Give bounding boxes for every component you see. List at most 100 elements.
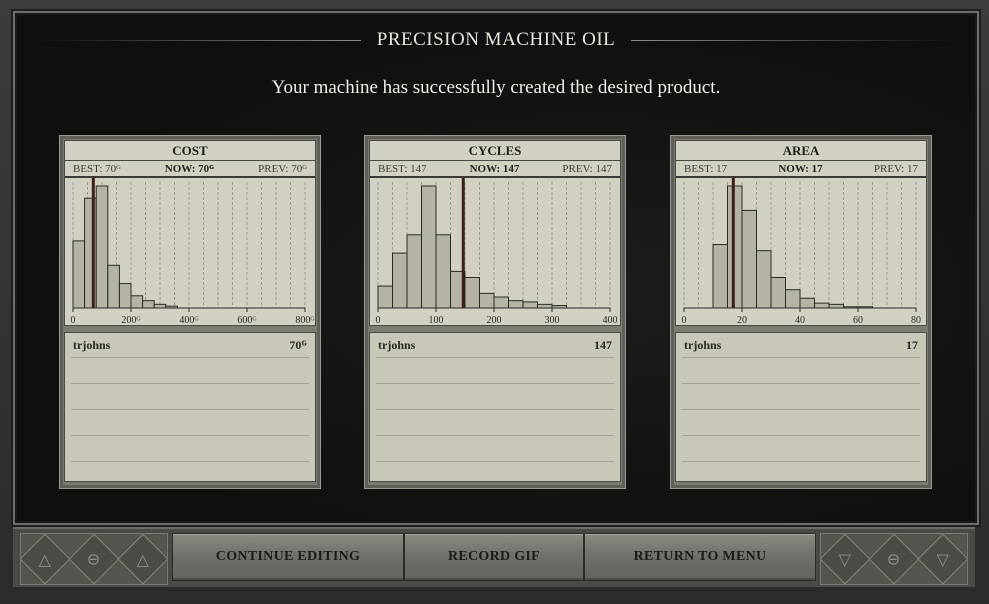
x-tick-label: 0: [71, 315, 76, 325]
histogram-card: AREA BEST: 17 NOW: 17 PREV: 17 0 20 40 60 80: [675, 140, 927, 326]
histogram-bar: [493, 296, 509, 309]
histogram-card: COST BEST: 70ᴳ NOW: 70ᴳ PREV: 70ᴳ 0 200ᴳ 4…: [64, 140, 316, 326]
leaderboard-list: trjohns 147: [369, 332, 621, 482]
x-tick-label: 60: [853, 315, 863, 325]
metric-title: AREA: [676, 141, 926, 161]
return-to-menu-button[interactable]: RETURN TO MENU: [584, 533, 816, 581]
histogram-bar: [537, 303, 553, 309]
x-tick-label: 400: [603, 315, 618, 325]
histogram-chart: 0 100 200 300 400: [376, 178, 618, 325]
title-rule-right: [631, 39, 957, 41]
metric-panel-cycles: CYCLES BEST: 147 NOW: 147 PREV: 147 0 100…: [364, 135, 626, 489]
histogram-bar: [741, 209, 757, 309]
x-tick-label: 0: [682, 315, 687, 325]
histogram-bar: [142, 300, 155, 309]
triangle-emblem-icon: △: [19, 533, 71, 585]
metric-title: CYCLES: [370, 141, 620, 161]
player-name: trjohns: [378, 338, 416, 352]
histogram-bar: [756, 250, 772, 309]
record-gif-button[interactable]: RECORD GIF: [404, 533, 584, 581]
x-tick-label: 200ᴳ: [121, 315, 141, 325]
metric-panel-cost: COST BEST: 70ᴳ NOW: 70ᴳ PREV: 70ᴳ 0 200ᴳ 4…: [59, 135, 321, 489]
best-value: BEST: 147: [378, 162, 427, 175]
histogram-bar: [406, 234, 422, 309]
list-item-empty: [682, 436, 920, 462]
histogram-bar: [712, 244, 728, 309]
title-row: PRECISION MACHINE OIL: [35, 29, 957, 51]
list-item: trjohns 147: [376, 333, 614, 358]
histogram-bar: [814, 302, 830, 309]
histogram-bar: [421, 185, 437, 309]
list-item-empty: [71, 358, 309, 384]
x-tick-label: 600ᴳ: [237, 315, 257, 325]
success-message: Your machine has successfully created th…: [271, 77, 721, 98]
stat-row: BEST: 17 NOW: 17 PREV: 17: [676, 161, 926, 178]
continue-editing-button[interactable]: CONTINUE EDITING: [172, 533, 404, 581]
now-value: NOW: 147: [469, 162, 520, 175]
histogram-bar: [799, 297, 815, 309]
player-score: 147: [594, 338, 612, 352]
player-score: 17: [906, 338, 918, 352]
x-tick-label: 200: [487, 315, 502, 325]
histogram-bar: [377, 285, 393, 309]
histogram-bar: [522, 301, 538, 309]
histogram-bar: [479, 292, 495, 309]
leaderboard-list: trjohns 70ᴳ: [64, 332, 316, 482]
x-tick-label: 80: [911, 315, 921, 325]
histogram-bar: [118, 283, 132, 309]
x-tick-label: 40: [795, 315, 805, 325]
puzzle-title: PRECISION MACHINE OIL: [376, 29, 616, 50]
histogram-bar: [95, 185, 109, 309]
histogram-card: CYCLES BEST: 147 NOW: 147 PREV: 147 0 100…: [369, 140, 621, 326]
histogram-bar: [72, 240, 86, 309]
prev-value: PREV: 70ᴳ: [258, 162, 307, 175]
stat-row: BEST: 147 NOW: 147 PREV: 147: [370, 161, 620, 178]
x-tick-label: 400ᴳ: [179, 315, 199, 325]
x-tick-label: 800ᴳ: [295, 315, 315, 325]
list-item-empty: [71, 384, 309, 410]
histogram-bar: [435, 234, 451, 309]
now-value: NOW: 17: [778, 162, 823, 175]
prev-value: PREV: 147: [562, 162, 612, 175]
histogram-bar: [130, 295, 144, 309]
histogram-bar: [392, 252, 408, 309]
list-item-empty: [682, 384, 920, 410]
triangle-emblem-icon: △: [117, 533, 169, 585]
title-rule-left: [35, 39, 361, 41]
histogram-bar: [107, 264, 120, 309]
player-name: trjohns: [684, 338, 722, 352]
prev-value: PREV: 17: [873, 162, 918, 175]
x-tick-label: 100: [429, 315, 444, 325]
list-item: trjohns 17: [682, 333, 920, 358]
decorative-emblems-left: △ ⊖ △: [19, 533, 169, 585]
list-item: trjohns 70ᴳ: [71, 333, 309, 358]
circle-emblem-icon: ⊖: [868, 533, 920, 585]
histogram-bar: [153, 303, 167, 309]
histogram-bar: [785, 289, 801, 309]
list-item-empty: [682, 358, 920, 384]
histogram-bar: [828, 303, 844, 309]
list-item-empty: [376, 384, 614, 410]
best-value: BEST: 70ᴳ: [73, 162, 121, 175]
list-item-empty: [682, 410, 920, 436]
triangle-emblem-icon: ▽: [819, 533, 871, 585]
triangle-emblem-icon: ▽: [917, 533, 969, 585]
player-name: trjohns: [73, 338, 111, 352]
histogram-bar: [508, 300, 524, 309]
now-value: NOW: 70ᴳ: [164, 162, 215, 175]
best-value: BEST: 17: [684, 162, 728, 175]
list-item-empty: [376, 436, 614, 462]
stat-row: BEST: 70ᴳ NOW: 70ᴳ PREV: 70ᴳ: [65, 161, 315, 178]
metric-title: COST: [65, 141, 315, 161]
circle-emblem-icon: ⊖: [68, 533, 120, 585]
list-item-empty: [376, 410, 614, 436]
decorative-emblems-right: ▽ ⊖ ▽: [819, 533, 969, 585]
leaderboard-list: trjohns 17: [675, 332, 927, 482]
list-item-empty: [71, 436, 309, 462]
list-item-empty: [376, 358, 614, 384]
list-item-empty: [71, 410, 309, 436]
x-tick-label: 300: [545, 315, 560, 325]
histogram-bar: [464, 277, 480, 309]
histogram-bar: [770, 277, 786, 309]
metric-panel-area: AREA BEST: 17 NOW: 17 PREV: 17 0 20 40 60 80…: [670, 135, 932, 489]
